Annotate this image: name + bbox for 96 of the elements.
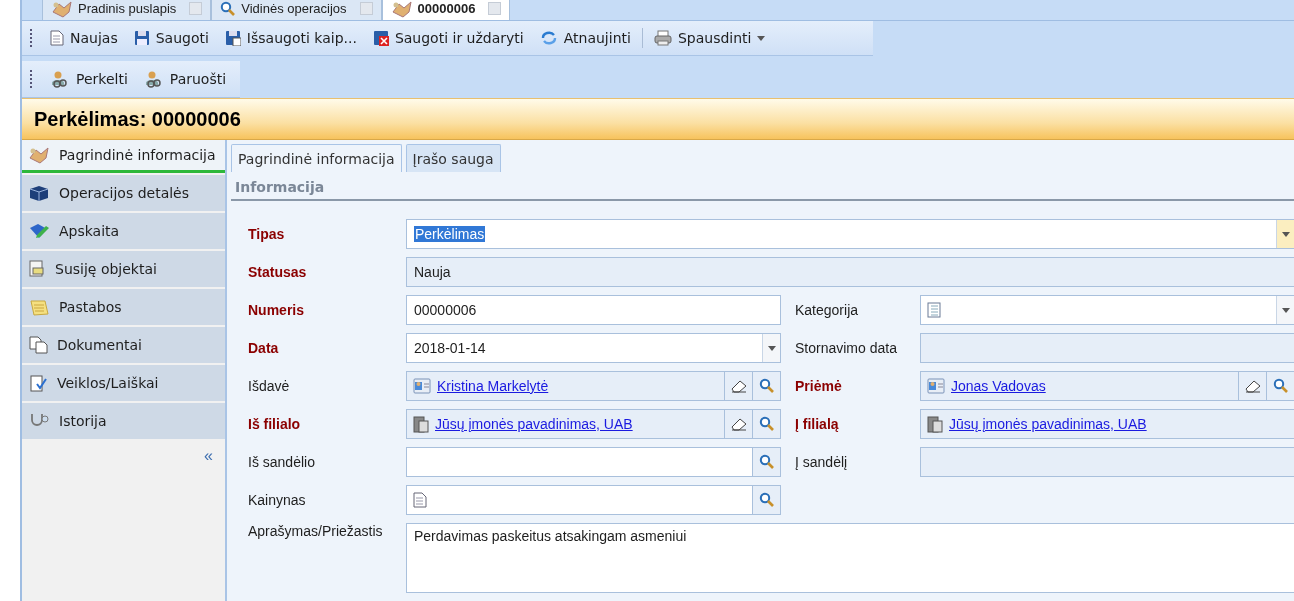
sidebar-item[interactable]: Pastabos — [22, 289, 225, 325]
field-label: Į filialą — [795, 416, 840, 432]
list-icon — [927, 302, 941, 318]
field-label: Kainynas — [248, 492, 307, 508]
collapse-button[interactable]: « — [204, 447, 213, 465]
contact-card-icon — [927, 378, 945, 394]
field-label: Numeris — [248, 302, 306, 318]
input-field[interactable]: Jūsų įmonės pavadinimas, UAB — [406, 409, 781, 439]
document-icon — [50, 30, 64, 46]
caret-icon — [757, 35, 766, 41]
toolbar-button[interactable]: Spausdinti — [648, 27, 771, 49]
printer-icon — [653, 30, 672, 46]
pages-icon — [28, 336, 48, 354]
field-label: Stornavimo data — [795, 340, 898, 356]
toolbar-button[interactable]: Perkelti — [45, 67, 133, 91]
sidebar-item[interactable]: Istorija — [22, 403, 225, 439]
dropdown-button[interactable] — [1276, 220, 1294, 248]
field-label: Aprašymas/Priežastis — [248, 523, 384, 539]
field-label: Data — [248, 340, 280, 356]
input-field[interactable]: Perdavimas paskeitus atsakingam asmeniui — [406, 523, 1294, 593]
dropdown-button[interactable] — [762, 334, 780, 362]
people-icon — [50, 70, 70, 88]
toolbar-button[interactable]: Atnaujinti — [534, 27, 636, 49]
save-icon — [133, 30, 150, 46]
box-icon — [28, 184, 50, 202]
section-title: Informacija — [235, 178, 325, 195]
input-field[interactable]: 2018-01-14 — [406, 333, 781, 363]
people-icon — [143, 70, 164, 88]
sidebar-item[interactable]: Operacijos detalės — [22, 175, 225, 211]
save-as-icon — [224, 30, 241, 46]
sidebar-item[interactable]: Apskaita — [22, 213, 225, 249]
tab[interactable]: Įrašo sauga — [405, 144, 501, 172]
note-icon — [28, 298, 50, 316]
field-label: Išdavė — [248, 378, 291, 394]
document-icon — [413, 492, 427, 508]
search-button[interactable] — [752, 448, 780, 476]
sidebar-item[interactable]: Veiklos/Laiškai — [22, 365, 225, 401]
input-field[interactable] — [920, 333, 1294, 363]
search-icon — [758, 416, 775, 432]
caret-icon — [1281, 307, 1290, 313]
input-field[interactable]: Perkėlimas — [406, 219, 1294, 249]
link[interactable]: Jūsų įmonės pavadinimas, UAB — [435, 416, 633, 432]
form-title: Perkėlimas: 00000006 — [22, 98, 1294, 140]
document-icon — [28, 260, 46, 278]
field-label: Statusas — [248, 264, 308, 280]
toolbar-button[interactable]: Saugoti — [128, 27, 214, 49]
caret-icon — [767, 345, 776, 351]
contact-card-icon — [413, 378, 431, 394]
field-label: Iš sandėlio — [248, 454, 316, 470]
grip-handle[interactable] — [30, 29, 35, 47]
sidebar-item[interactable]: Pagrindinė informacija — [22, 140, 225, 173]
input-field[interactable]: Kristina Markelytė — [406, 371, 781, 401]
search-icon — [758, 492, 775, 508]
input-field[interactable]: Jonas Vadovas — [920, 371, 1294, 401]
eraser-icon — [729, 379, 748, 393]
document-tab[interactable]: 00000006 — [381, 0, 511, 20]
input-field[interactable]: 00000006 — [406, 295, 781, 325]
document-tab[interactable]: Vidinės operacijos — [211, 0, 382, 20]
field-label: Į sandėlį — [795, 454, 849, 470]
tab[interactable]: Pagrindinė informacija — [231, 144, 402, 172]
pencil-icon — [28, 222, 50, 240]
caret-icon — [1281, 231, 1290, 237]
search-icon — [1272, 378, 1289, 394]
dropdown-button[interactable] — [1276, 296, 1294, 324]
search-icon — [220, 0, 237, 17]
link[interactable]: Kristina Markelytė — [437, 378, 549, 394]
field-label: Priėmė — [795, 378, 843, 394]
input-field[interactable]: Nauja — [406, 257, 1294, 287]
sidebar-item[interactable]: Susiję objektai — [22, 251, 225, 287]
toolbar-button[interactable]: Paruošti — [138, 67, 232, 91]
building-icon — [413, 415, 429, 433]
input-field[interactable] — [406, 485, 781, 515]
toolbar-button[interactable]: Išsaugoti kaip... — [219, 27, 362, 49]
field-label: Tipas — [248, 226, 286, 242]
save-close-icon — [372, 30, 389, 46]
field-label: Kategorija — [795, 302, 860, 318]
input-field[interactable]: Jūsų įmonės pavadinimas, UAB — [920, 409, 1294, 439]
grip-handle[interactable] — [30, 70, 35, 88]
search-icon — [758, 454, 775, 470]
eraser-icon — [1243, 379, 1262, 393]
search-icon — [758, 378, 775, 394]
document-tab[interactable]: Pradinis puslapis — [42, 0, 212, 20]
input-field[interactable] — [920, 447, 1294, 477]
input-field[interactable] — [920, 295, 1294, 325]
toolbar-button[interactable]: Naujas — [45, 27, 123, 49]
sidebar-item[interactable]: Dokumentai — [22, 327, 225, 363]
eraser-icon — [729, 417, 748, 431]
clipboard-check-icon — [28, 374, 48, 392]
toolbar-button[interactable]: Saugoti ir uždaryti — [367, 27, 529, 49]
building-icon — [927, 415, 943, 433]
field-label: Iš filialo — [248, 416, 302, 432]
refresh-icon — [539, 30, 558, 46]
link[interactable]: Jonas Vadovas — [951, 378, 1046, 394]
input-field[interactable] — [406, 447, 781, 477]
search-button[interactable] — [752, 486, 780, 514]
link[interactable]: Jūsų įmonės pavadinimas, UAB — [949, 416, 1147, 432]
